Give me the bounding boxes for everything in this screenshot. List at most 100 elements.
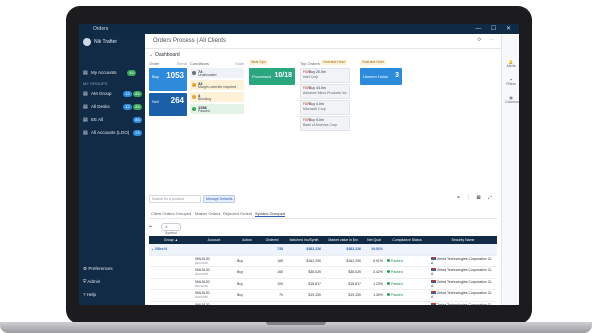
table-cell: 735	[259, 244, 285, 256]
condition-margin[interactable]: 32 Margin override required	[190, 80, 244, 90]
user-name: Nik Trafter	[94, 39, 118, 45]
count-badge: 84	[133, 91, 142, 97]
top-order-card[interactable]: FAR Buy 4.0m Microsoft Corp	[300, 100, 350, 115]
filter-icon[interactable]: ⏷	[149, 224, 152, 229]
column-header[interactable]: Security Name	[429, 236, 497, 244]
page-title: Orders Process | All Clients	[153, 38, 226, 44]
sidebar-item-my-accounts[interactable]: ▤ My Accounts 44	[83, 70, 141, 78]
table-cell: $162,290	[323, 255, 363, 267]
sidebar-admin[interactable]: ⛨ Admin	[83, 279, 100, 284]
window-controls[interactable]: — ☐ ✕	[475, 25, 515, 32]
table-cell: 3.42%	[363, 266, 385, 279]
tab-master-orders[interactable]: Master Orders	[195, 211, 221, 216]
table-row[interactable]: 0ML5120 Account Buy 70 $19,330 $19,330 1.30% Pa…	[149, 289, 497, 302]
processed-tile[interactable]: Processed 10/18	[249, 68, 295, 85]
rail-columns[interactable]: ▦ Columns	[505, 96, 519, 104]
status-text: Passed	[391, 270, 403, 275]
column-header[interactable]: Action	[235, 236, 259, 244]
table-cell: Passed	[385, 289, 429, 302]
sidebar-item-all-accounts[interactable]: ▤ All Accounts (LGO) 24	[83, 130, 142, 138]
table-row[interactable]: 0ML5120AccountBuy60$19,300$19,3001.12%Pa…	[149, 301, 497, 305]
avatar	[83, 38, 91, 46]
count-badge: 12	[123, 91, 132, 97]
table-cell: $382,226	[323, 244, 363, 256]
group-label: 2Sho N	[154, 247, 167, 252]
check-icon	[192, 107, 196, 111]
sidebar-item-am-group[interactable]: ▤ AM Group 12 84	[83, 91, 142, 99]
column-header[interactable]: Market value in $m	[323, 236, 363, 244]
table-row[interactable]: 0ML5120 Account Buy 165 $162,290 $162,290 6.91…	[149, 255, 497, 267]
check-icon	[387, 270, 390, 274]
view-tabs: Client Orders Grouped Master Orders Reje…	[149, 210, 497, 219]
table-cell: 19.51%	[363, 244, 385, 256]
user-profile[interactable]: Nik Trafter	[83, 38, 141, 48]
sell-tile[interactable]: Sell 264	[149, 93, 187, 116]
dashboard-toggle[interactable]: ⌄ Dashboard	[149, 52, 180, 58]
rail-filters[interactable]: ⏷ Filters	[505, 78, 517, 86]
header-controls[interactable]: ⟳ ⋯	[477, 37, 497, 43]
sidebar-item-label: My Accounts	[91, 70, 117, 75]
unseen-pill: Overdue Hold	[360, 60, 386, 65]
table-cell	[235, 244, 259, 256]
table-cell: 0ML5120Account	[193, 255, 235, 267]
column-header[interactable]: Group ▲	[149, 236, 193, 244]
orders-col-label: Order	[149, 61, 160, 66]
column-header[interactable]: Account	[193, 236, 235, 244]
tab-rejected-orders[interactable]: Rejected Orders	[223, 211, 252, 216]
top-order-card[interactable]: FAR Buy 44.0m Advance Micro Products Inc	[300, 84, 350, 99]
order-security: Microsoft Corp	[303, 107, 326, 111]
table-header-row: Group ▲ Account Action Ordered Matched I…	[149, 236, 497, 244]
column-header[interactable]: Matched Inc/Synth	[285, 236, 323, 244]
top-order-card[interactable]: FAR Buy 20.0m Intel Corp	[300, 68, 350, 83]
tile-label: Processed	[252, 74, 271, 79]
group-row[interactable]: ⌄ 2Sho N 735 $382,226 $382,226 19.51%	[149, 244, 497, 256]
tab-symbol-grouped[interactable]: Symbol Grouped	[255, 211, 286, 217]
table-row[interactable]: 0ML5120 Account Buy 165 $38,025 $38,025 3.42% P…	[149, 266, 497, 279]
search-input[interactable]: Search for a product	[149, 195, 201, 203]
tab-client-orders[interactable]: Client Orders Grouped	[151, 211, 191, 216]
table-cell: 0ML5120Account	[193, 289, 235, 302]
conditions-col-right: Stale	[235, 61, 245, 66]
table-cell: 0ML5120Account	[193, 301, 235, 305]
table-cell: $18,817	[323, 278, 363, 290]
column-header[interactable]: Net Qual	[363, 236, 385, 244]
table-cell: 165	[259, 266, 285, 279]
table-cell: $19,330	[323, 289, 363, 302]
security-name: Zebra Technologies Corporation CL A	[431, 256, 493, 265]
folder-icon: ▤	[83, 130, 88, 136]
flag-icon	[431, 268, 436, 272]
condition-blocking[interactable]: 4 Blocking	[190, 92, 244, 102]
column-header[interactable]: Ordered	[259, 236, 285, 244]
tile-label: Buy	[152, 74, 159, 79]
sidebar-preferences[interactable]: ⚙ Preferences	[83, 266, 113, 272]
table-row[interactable]: 0ML5120 Account Buy 100 $18,817 $18,817 1.23% P…	[149, 278, 497, 290]
tile-value: 3	[395, 72, 399, 79]
table-cell	[429, 244, 497, 256]
sidebar-item-ee-all[interactable]: ▤ EE All 84	[83, 117, 142, 125]
buy-tile[interactable]: Buy 1053	[149, 68, 187, 91]
nav-label: Preferences	[88, 266, 113, 271]
top-order-card[interactable]: FAR Buy 5.0m Bank of America Corp	[300, 116, 350, 131]
sidebar-help[interactable]: ? Help	[83, 292, 96, 297]
condition-unallocated[interactable]: 74 Unallocated	[190, 68, 244, 78]
main-content: Orders Process | All Clients ⟳ ⋯ ⌄ Dashbo…	[145, 34, 501, 305]
dashboard-label: Dashboard	[155, 52, 180, 58]
group-chip[interactable]: ✕ Symbol	[161, 223, 181, 235]
rail-alerts[interactable]: 🔔 Alerts	[505, 60, 517, 68]
title-bar: Orders — ☐ ✕	[79, 24, 519, 34]
condition-passed[interactable]: 1356 Passed	[190, 104, 244, 114]
filter-chip[interactable]: Manage Defaults	[203, 195, 236, 203]
filter-bar: Search for a product Manage Defaults ⏷ ⋮…	[149, 195, 497, 203]
column-header[interactable]: Compliance Status	[385, 236, 429, 244]
security-name: Zebra Technologies Corporation CL A	[431, 279, 493, 288]
table-cell	[385, 244, 429, 256]
check-icon	[387, 258, 390, 262]
table-cell: Zebra Technologies Corporation CL A	[429, 255, 497, 267]
tile-label: Unseen Holds	[363, 74, 389, 79]
sidebar-item-all-desks[interactable]: ▤ All Desks 12 84	[83, 104, 142, 112]
group-chip-label: Symbol	[165, 231, 177, 235]
condition-label: Blocking	[198, 97, 212, 101]
account-sub: Account	[195, 295, 208, 300]
toolbar-icons[interactable]: ⏷ ⋮ ▦ ⤢	[457, 195, 495, 201]
unseen-holds-tile[interactable]: Unseen Holds 3	[360, 68, 402, 85]
